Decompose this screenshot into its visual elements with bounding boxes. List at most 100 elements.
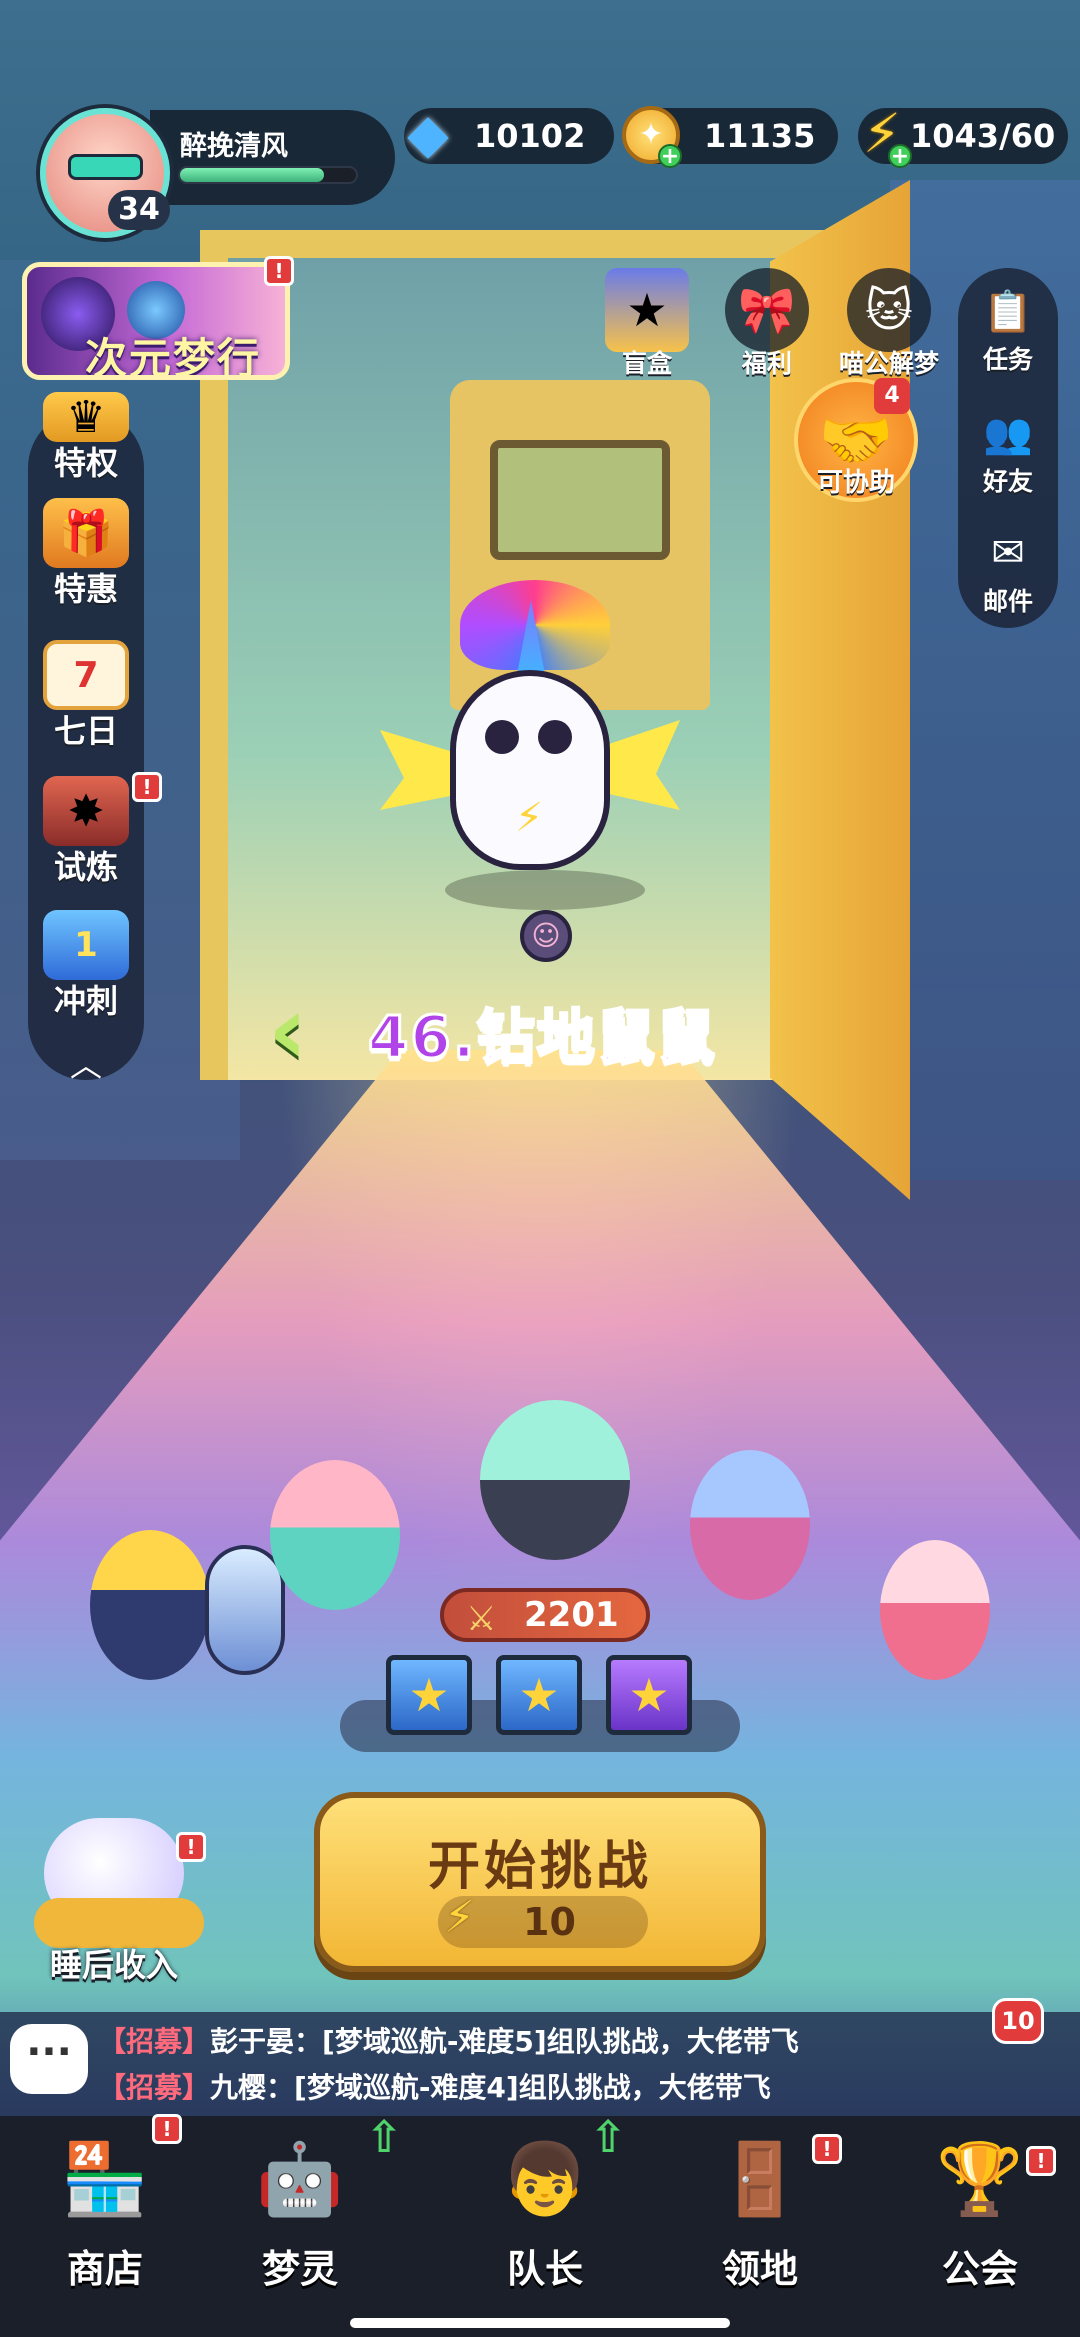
challenge-cost-value: 10	[523, 1900, 576, 1944]
hero-mecha-girl[interactable]	[690, 1450, 810, 1600]
territory-icon: 🚪	[716, 2137, 804, 2220]
team-power-value: 2201	[524, 1595, 619, 1635]
cat-icon: 🐱	[847, 268, 931, 352]
trophy-icon: 1	[43, 910, 129, 980]
diamond-icon: ◆	[407, 102, 449, 165]
notification-badge: !	[152, 2114, 182, 2144]
team-power-ribbon: ⚔ 2201	[440, 1588, 650, 1642]
hero-captain[interactable]	[480, 1400, 630, 1560]
menu-item-special-offer[interactable]: 🎁 特惠	[28, 498, 144, 610]
start-challenge-button[interactable]: 开始挑战 ⚡ 10	[314, 1792, 766, 1972]
chat-text: 九樱：[梦域巡航-难度4]组队挑战，大佬带飞	[210, 2071, 771, 2104]
calendar-icon: 7	[43, 640, 129, 710]
cannon-icon: ✸	[43, 776, 129, 846]
chat-unread-badge: 10	[992, 1998, 1044, 2044]
add-coins-icon[interactable]: +	[658, 144, 682, 168]
welfare-button[interactable]: 🎀 福利	[712, 268, 822, 380]
nav-label: 领地	[721, 2247, 798, 2291]
hero-shield	[205, 1545, 285, 1675]
notification-badge: !	[812, 2134, 842, 2164]
crown-icon: ♛	[43, 392, 129, 443]
energy-value: 1043/60	[910, 117, 1056, 155]
sleep-income-label: 睡后收入	[49, 1946, 178, 1984]
previous-stage-chevron-icon[interactable]: ‹	[268, 980, 348, 1080]
menu-item-label: 特权	[53, 444, 118, 482]
menu-item-label: 好友	[982, 467, 1033, 496]
menu-item-label: 任务	[982, 345, 1033, 374]
chat-tag: 【招募】	[98, 2071, 211, 2104]
gem-value: 10102	[474, 117, 586, 155]
notification-badge: !	[1026, 2146, 1056, 2176]
sword-icon: ⚔	[466, 1599, 497, 1639]
boss-eye	[538, 720, 572, 754]
menu-item-seven-day[interactable]: 7 七日	[28, 640, 144, 752]
lightning-icon: ⚡	[444, 1892, 475, 1943]
event-banner-label: 次元梦行	[85, 334, 262, 380]
hero-vr-girl[interactable]	[270, 1460, 400, 1610]
player-exp-bar	[178, 166, 358, 184]
menu-item-label: 冲刺	[53, 982, 118, 1020]
start-challenge-label: 开始挑战	[427, 1837, 652, 1897]
nav-label: 梦灵	[261, 2247, 338, 2291]
chat-message: 【招募】彭于晏：[梦域巡航-难度5]组队挑战，大佬带飞	[98, 2020, 799, 2060]
top-icon-label: 喵公解梦	[838, 349, 939, 378]
menu-item-mail[interactable]: ✉ 邮件	[953, 524, 1063, 618]
coin-counter[interactable]: ✦ + 11135	[622, 106, 838, 168]
reward-chest-star-icon[interactable]: ★	[386, 1655, 472, 1735]
top-icon-label: 福利	[741, 349, 792, 378]
menu-item-trial[interactable]: ✸ 试炼	[28, 776, 144, 888]
menu-item-label: 邮件	[982, 587, 1033, 616]
stage-boss-unicorn[interactable]: ⚡	[380, 580, 680, 880]
menu-item-privilege[interactable]: ♛ 特权	[28, 392, 144, 484]
menu-item-label: 特惠	[53, 570, 118, 608]
player-level-badge: 34	[108, 190, 170, 230]
menu-item-label: 七日	[53, 712, 118, 750]
top-icon-label: 盲盒	[621, 349, 672, 378]
chat-bubble-icon[interactable]: ···	[10, 2024, 88, 2094]
nav-label: 队长	[506, 2247, 583, 2291]
hero-blond-fighter[interactable]	[90, 1530, 210, 1680]
arcade-screen	[490, 440, 670, 560]
upgrade-arrow-icon: ⇧	[365, 2112, 403, 2163]
player-name: 醉挽清风	[180, 131, 288, 162]
menu-item-label: 试炼	[53, 848, 118, 886]
gem-counter[interactable]: ◆ 10102	[404, 106, 614, 164]
task-icon: 📋	[983, 288, 1033, 335]
coin-value: 11135	[704, 117, 816, 155]
lightning-icon: ⚡	[515, 795, 544, 841]
nav-label: 公会	[941, 2247, 1018, 2291]
shop-icon: 🏪	[61, 2137, 149, 2220]
friends-icon: 👥	[983, 410, 1033, 457]
menu-item-tasks[interactable]: 📋 任务	[953, 282, 1063, 376]
cat-dream-button[interactable]: 🐱 喵公解梦	[834, 268, 944, 380]
add-energy-icon[interactable]: +	[888, 144, 912, 168]
chat-message: 【招募】九樱：[梦域巡航-难度4]组队挑战，大佬带飞	[98, 2066, 771, 2106]
boss-eye	[485, 720, 519, 754]
menu-item-sprint[interactable]: 1 冲刺	[28, 910, 144, 1022]
player-exp-fill	[180, 168, 325, 182]
guild-icon: 🏆	[936, 2137, 1024, 2220]
reward-chest-star-icon[interactable]: ★	[496, 1655, 582, 1735]
dream-spirit-icon: 🤖	[256, 2137, 344, 2220]
blind-box-button[interactable]: ★ 盲盒	[592, 268, 702, 380]
menu-item-friends[interactable]: 👥 好友	[953, 404, 1063, 498]
nav-shop[interactable]: 🏪 商店	[15, 2124, 195, 2293]
challenge-cost: ⚡ 10	[438, 1892, 648, 1948]
boss-element-icon[interactable]: ☺	[520, 910, 572, 962]
energy-counter[interactable]: ⚡ + 1043/60	[858, 106, 1068, 168]
notification-badge: !	[132, 772, 162, 802]
home-indicator[interactable]	[350, 2318, 730, 2328]
chat-text: 彭于晏：[梦域巡航-难度5]组队挑战，大佬带飞	[210, 2025, 799, 2058]
event-banner[interactable]: 次元梦行	[22, 262, 290, 380]
upgrade-arrow-icon: ⇧	[589, 2112, 627, 2163]
chat-tag: 【招募】	[98, 2025, 211, 2058]
blind-box-icon: ★	[605, 268, 689, 352]
notification-badge: !	[176, 1832, 206, 1862]
collapse-menu-chevron-icon[interactable]: ︿	[62, 1040, 110, 1084]
stage-title: 46.钻地鼠鼠	[367, 1002, 717, 1073]
nav-label: 商店	[66, 2247, 143, 2291]
welfare-gift-icon: 🎀	[725, 268, 809, 352]
reward-chest-star-icon[interactable]: ★	[606, 1655, 692, 1735]
hero-nurse[interactable]	[880, 1540, 990, 1680]
notification-badge: !	[264, 256, 294, 286]
